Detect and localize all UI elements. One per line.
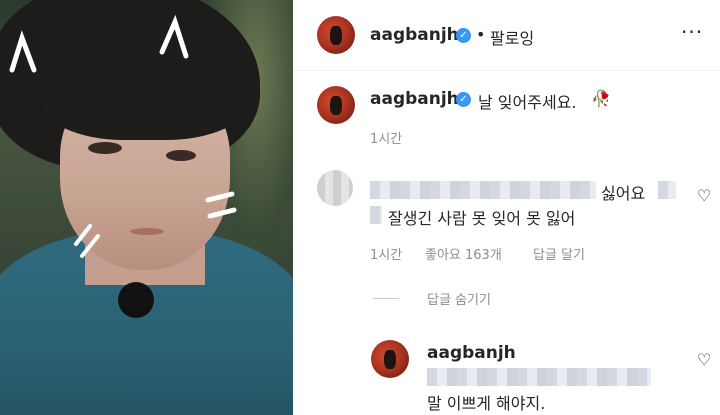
caption-avatar[interactable] xyxy=(317,86,355,124)
comment-like-heart-icon[interactable]: ♡ xyxy=(697,186,711,205)
follow-button[interactable]: 팔로잉 xyxy=(490,25,534,49)
wilted-rose-icon: 🥀 xyxy=(591,89,611,108)
doodle-stroke-2 xyxy=(207,207,237,219)
comment-text-line2: 잘생긴 사람 못 잊어 못 잃어 xyxy=(388,209,576,228)
reply-like-heart-icon[interactable]: ♡ xyxy=(697,350,711,369)
comment-time: 1시간 xyxy=(370,248,403,263)
comment-blur-end xyxy=(658,181,676,199)
reply-avatar[interactable] xyxy=(371,340,409,378)
photo-doodles xyxy=(9,14,237,258)
post-photo xyxy=(0,0,293,415)
header-divider xyxy=(293,70,720,71)
reply-username[interactable]: aagbanjh xyxy=(427,343,516,363)
header-username[interactable]: aagbanjh xyxy=(370,25,459,45)
hide-replies-line xyxy=(373,298,399,299)
doodle-stroke-1 xyxy=(205,191,235,203)
caption-username[interactable]: aagbanjh xyxy=(370,89,459,109)
doodle-stroke-4 xyxy=(80,234,100,258)
caption-text: 날 잊어주세요. xyxy=(478,93,577,112)
commenter-name-blurred xyxy=(370,181,596,199)
doodle-ear-right xyxy=(159,14,189,59)
doodle-stroke-3 xyxy=(74,224,92,246)
screenshot: aagbanjh ✓ • 팔로잉 ··· aagbanjh ✓ 날 잊어주세요.… xyxy=(0,0,720,415)
reply-button[interactable]: 답글 달기 xyxy=(533,244,585,263)
hide-replies-button[interactable]: 답글 숨기기 xyxy=(427,289,491,308)
commenter-avatar-blurred[interactable] xyxy=(317,170,353,206)
verified-badge-icon: ✓ xyxy=(456,92,471,107)
more-options-icon[interactable]: ··· xyxy=(681,20,703,44)
reply-mention-blurred xyxy=(427,368,651,386)
comment-likes[interactable]: 좋아요 163개 xyxy=(425,244,502,263)
header-separator: • xyxy=(476,25,486,44)
doodle-ear-left xyxy=(9,30,37,73)
reply-text: 말 이쁘게 해야지. xyxy=(427,394,546,413)
comment-text-suffix: 싫어요 xyxy=(601,184,646,203)
verified-badge-icon: ✓ xyxy=(456,28,471,43)
post-sidebar: aagbanjh ✓ • 팔로잉 ··· aagbanjh ✓ 날 잊어주세요.… xyxy=(293,0,720,415)
caption-time: 1시간 xyxy=(370,132,403,147)
header-avatar[interactable] xyxy=(317,16,355,54)
comment-blur-start xyxy=(370,206,382,224)
